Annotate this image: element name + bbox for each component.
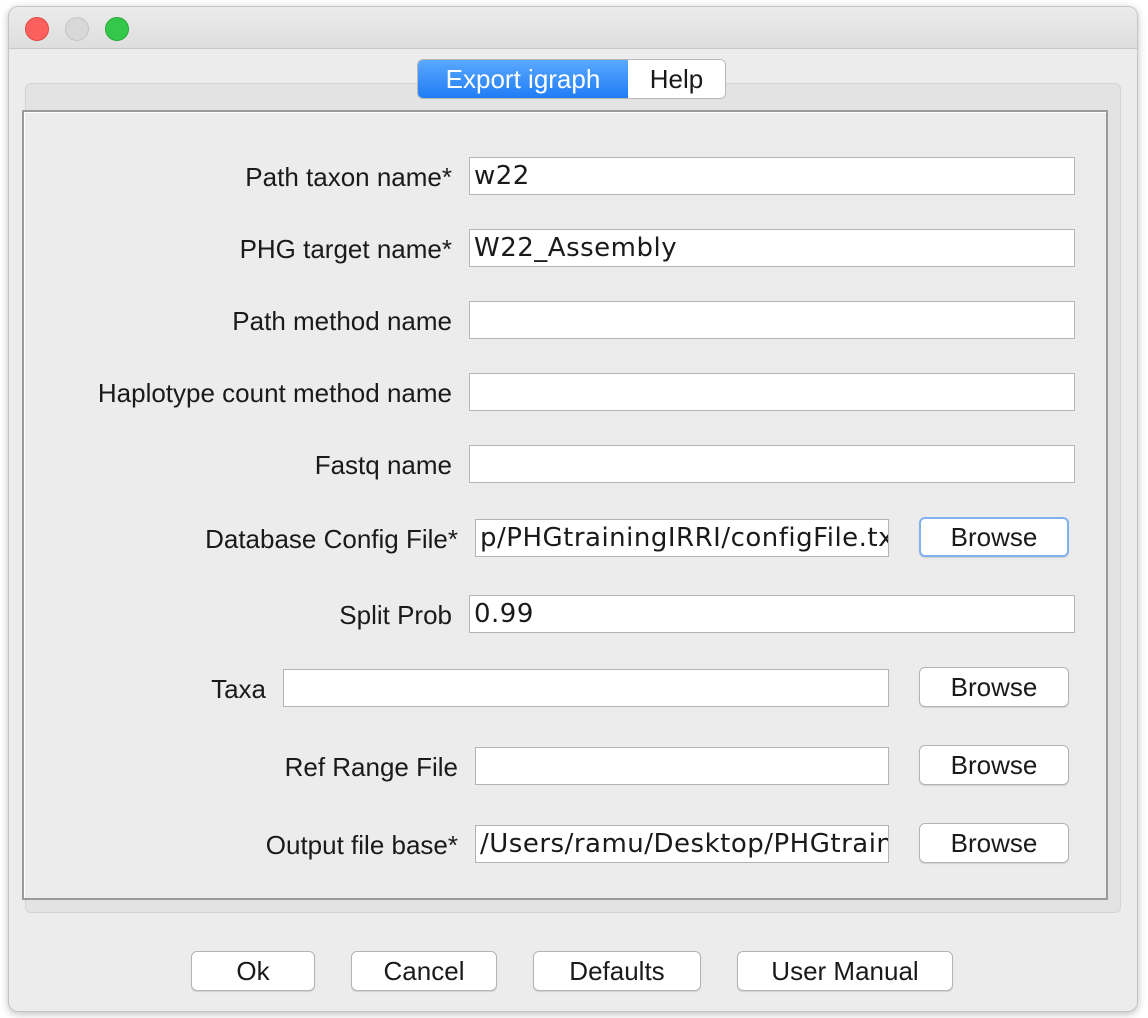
ref-range-file-input[interactable] — [475, 747, 889, 785]
path-taxon-name-label: Path taxon name* — [245, 162, 452, 192]
database-config-file-input[interactable]: p/PHGtrainingIRRI/configFile.txt — [475, 519, 889, 557]
ref-range-file-label: Ref Range File — [284, 752, 458, 782]
taxa-input[interactable] — [283, 669, 889, 707]
haplotype-count-method-name-label: Haplotype count method name — [97, 378, 452, 408]
split-prob-label: Split Prob — [339, 600, 452, 630]
ok-button[interactable]: Ok — [191, 951, 315, 991]
ref-range-browse-button[interactable]: Browse — [919, 745, 1069, 785]
close-window-button[interactable] — [25, 17, 49, 41]
database-config-file-label: Database Config File* — [205, 524, 458, 554]
haplotype-count-method-name-input[interactable] — [469, 373, 1075, 411]
title-bar — [9, 7, 1137, 49]
taxa-browse-button[interactable]: Browse — [919, 667, 1069, 707]
split-prob-input[interactable]: 0.99 — [469, 595, 1075, 633]
fastq-name-label: Fastq name — [314, 450, 452, 480]
tab-bar: Export igraph Help — [417, 59, 726, 99]
taxa-label: Taxa — [211, 674, 266, 704]
maximize-window-button[interactable] — [105, 17, 129, 41]
output-file-base-input[interactable]: /Users/ramu/Desktop/PHGtrain — [475, 825, 889, 863]
defaults-button[interactable]: Defaults — [533, 951, 701, 991]
fastq-name-input[interactable] — [469, 445, 1075, 483]
tab-export-igraph[interactable]: Export igraph — [418, 60, 628, 98]
output-file-base-label: Output file base* — [265, 830, 458, 860]
tab-help[interactable]: Help — [628, 60, 725, 98]
user-manual-button[interactable]: User Manual — [737, 951, 953, 991]
cancel-button[interactable]: Cancel — [351, 951, 497, 991]
path-method-name-input[interactable] — [469, 301, 1075, 339]
phg-target-name-input[interactable]: W22_Assembly — [469, 229, 1075, 267]
path-method-name-label: Path method name — [232, 306, 452, 336]
phg-target-name-label: PHG target name* — [239, 234, 452, 264]
database-config-browse-button[interactable]: Browse — [919, 517, 1069, 557]
path-taxon-name-input[interactable]: w22 — [469, 157, 1075, 195]
output-file-browse-button[interactable]: Browse — [919, 823, 1069, 863]
minimize-window-button[interactable] — [65, 17, 89, 41]
